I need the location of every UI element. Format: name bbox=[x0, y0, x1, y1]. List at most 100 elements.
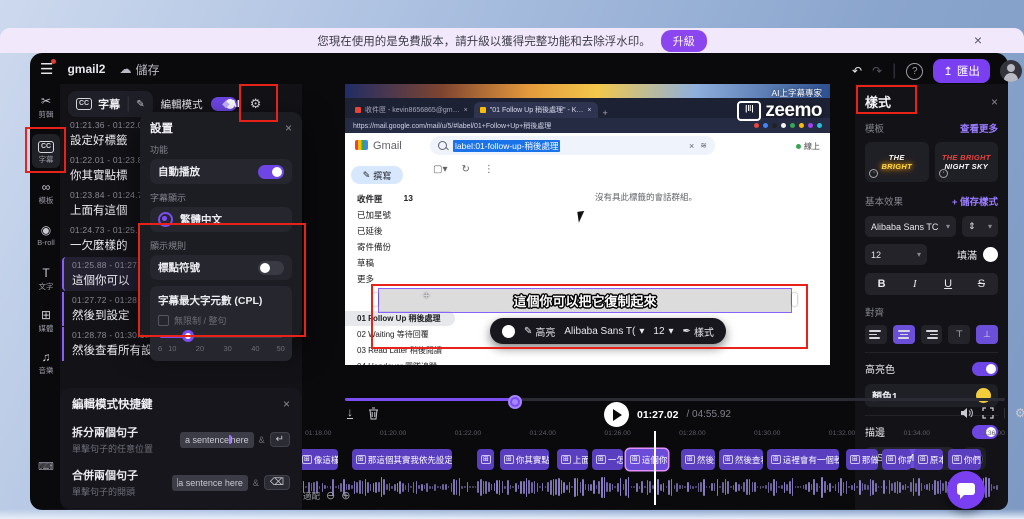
timeline-subtitle-block[interactable]: ⊞那做 bbox=[846, 449, 878, 470]
ruler-tick-label: 01:18.00 bbox=[305, 430, 331, 437]
gmail-label: 02 Waiting 等待回覆 bbox=[345, 327, 455, 342]
timeline-subtitle-block[interactable]: ⊞丨 bbox=[477, 449, 494, 470]
desktop-background: 您現在使用的是免費版本，請升級以獲得完整功能和去除浮水印。 升級 × ☰ gma… bbox=[0, 0, 1024, 519]
字幕-icon: CC bbox=[32, 137, 60, 153]
align-button-c[interactable] bbox=[893, 325, 915, 344]
trash-icon[interactable] bbox=[368, 407, 379, 420]
gmail-label: 04 Handover 團隊追蹤 bbox=[345, 359, 455, 365]
rail-item-剪輯[interactable]: ✂剪輯 bbox=[32, 94, 60, 120]
timeline-subtitle-block[interactable]: ⊞這個你可 bbox=[626, 449, 668, 470]
fill-color-swatch[interactable] bbox=[983, 247, 998, 262]
selection-handle-right[interactable] bbox=[792, 293, 797, 306]
style-button[interactable]: ✒樣式 bbox=[683, 324, 714, 339]
save-style-link[interactable]: + 儲存樣式 bbox=[952, 194, 998, 208]
rail-item-文字[interactable]: T文字 bbox=[32, 266, 60, 292]
timeline-subtitle-block[interactable]: ⊞上面 bbox=[557, 449, 588, 470]
format-u-button[interactable]: U bbox=[938, 278, 958, 290]
total-time: / 04:55.92 bbox=[686, 409, 730, 420]
language-row[interactable]: 繁體中文 bbox=[150, 207, 292, 232]
extension-icons bbox=[754, 123, 822, 128]
volume-icon[interactable] bbox=[960, 407, 973, 419]
block-icon: ⊞ bbox=[561, 455, 571, 464]
fit-label[interactable]: 適配 bbox=[303, 490, 320, 502]
selection-handle-left[interactable] bbox=[373, 293, 378, 306]
avatar[interactable] bbox=[1000, 60, 1022, 82]
highlight-color-toggle[interactable] bbox=[972, 362, 998, 376]
timeline-subtitle-block[interactable]: ⊞原本 bbox=[914, 449, 943, 470]
align-button-b[interactable]: ⊥ bbox=[976, 325, 998, 344]
align-button-t[interactable]: ⊤ bbox=[948, 325, 970, 344]
timeline-subtitle-block[interactable]: ⊞然後查看 bbox=[719, 449, 763, 470]
cpl-slider-knob[interactable] bbox=[182, 330, 194, 342]
highlight-button[interactable]: ✎高亮 bbox=[524, 324, 555, 339]
edit-list-icon[interactable]: ✎ bbox=[136, 99, 144, 110]
keyboard-shortcuts-icon[interactable]: ⌨ bbox=[38, 460, 54, 473]
cpl-card: 字幕最大字元數 (CPL) 無限制 / 整句 61020304050 bbox=[150, 286, 292, 361]
format-i-button[interactable]: I bbox=[905, 278, 925, 290]
cpl-checkbox-label: 無限制 / 整句 bbox=[174, 314, 227, 327]
menu-icon[interactable]: ☰ bbox=[40, 60, 53, 78]
format-b-button[interactable]: B bbox=[872, 278, 892, 290]
zoom-out-icon[interactable]: ⊖ bbox=[326, 489, 335, 502]
download-icon[interactable]: ↓ bbox=[347, 407, 353, 419]
line-spacing-dropdown[interactable]: ⇕▾ bbox=[962, 216, 998, 237]
video-subtitle-text[interactable]: 這個你可以把它復制起來 bbox=[379, 291, 791, 310]
shortcuts-close-icon[interactable]: × bbox=[283, 397, 290, 411]
app-topbar-right: ↶ ↷ | ? ↥匯出 bbox=[852, 59, 1022, 83]
rail-item-B-roll[interactable]: ◉B-roll bbox=[32, 223, 60, 247]
template-card-bright[interactable]: THE BRIGHT ◔ bbox=[865, 142, 929, 182]
rail-item-模板[interactable]: ∞模板 bbox=[32, 180, 60, 206]
timeline-subtitle-block[interactable]: ⊞一怎 bbox=[592, 449, 623, 470]
timeline-subtitle-block[interactable]: ⊞你需 bbox=[882, 449, 911, 470]
rail-item-字幕[interactable]: CC字幕 bbox=[32, 134, 60, 168]
play-button[interactable] bbox=[604, 402, 629, 427]
support-chat-button[interactable] bbox=[947, 471, 985, 509]
timeline-subtitle-block[interactable]: ⊞你們 bbox=[948, 449, 981, 470]
upgrade-button[interactable]: 升級 bbox=[661, 30, 707, 52]
settings-close-icon[interactable]: × bbox=[285, 121, 292, 135]
align-button-l[interactable] bbox=[865, 325, 887, 344]
autoplay-toggle[interactable] bbox=[258, 165, 284, 179]
playback-settings-gear-icon[interactable]: ⚙ bbox=[1015, 406, 1024, 420]
redo-icon[interactable]: ↷ bbox=[872, 64, 882, 78]
see-more-link[interactable]: 查看更多 bbox=[960, 121, 998, 135]
timeline-subtitle-block[interactable]: ⊞這裡會有一個軟件 bbox=[767, 449, 839, 470]
text-color-swatch[interactable] bbox=[502, 325, 515, 338]
rail-item-label: 文字 bbox=[32, 281, 60, 292]
rail-item-媒體[interactable]: ⊞媒體 bbox=[32, 308, 60, 334]
progress-knob[interactable] bbox=[508, 395, 522, 409]
align-button-r[interactable] bbox=[921, 325, 943, 344]
rail-item-音樂[interactable]: ♫音樂 bbox=[32, 350, 60, 376]
punctuation-toggle[interactable] bbox=[258, 261, 284, 275]
fullscreen-icon[interactable] bbox=[982, 407, 994, 419]
timeline-subtitle-block[interactable]: ⊞那這個其實我依先設定好了 bbox=[352, 449, 452, 470]
gmail-nav-label: 已延後 bbox=[357, 225, 383, 237]
subtitle-selection-box[interactable]: + 這個你可以把它復制起來 bbox=[378, 288, 792, 313]
template-card-night-sky[interactable]: THE BRIGHT NIGHT SKY ◔ bbox=[935, 142, 999, 182]
timeline-subtitle-block[interactable]: ⊞你其實點標 bbox=[500, 449, 549, 470]
subtitle-tab[interactable]: CC 字幕 | ✎ bbox=[68, 91, 153, 117]
cpl-slider[interactable] bbox=[160, 335, 282, 338]
free-version-banner: 您現在使用的是免費版本，請升級以獲得完整功能和去除浮水印。 升級 × bbox=[0, 28, 1024, 53]
font-dropdown[interactable]: Alibaba Sans T(▾ bbox=[564, 326, 644, 337]
playback-progress-bar[interactable] bbox=[345, 398, 1005, 401]
block-icon: ⊞ bbox=[356, 455, 366, 464]
style-panel-close-icon[interactable]: × bbox=[991, 95, 998, 109]
banner-close-icon[interactable]: × bbox=[974, 32, 982, 48]
export-button[interactable]: ↥匯出 bbox=[933, 59, 990, 83]
color1-row[interactable]: 顏色1 bbox=[865, 384, 998, 407]
format-s-button[interactable]: S bbox=[971, 278, 991, 290]
ai-sparkle-icon[interactable]: ◆AI bbox=[222, 99, 240, 110]
cpl-checkbox[interactable] bbox=[158, 315, 169, 326]
zoom-in-icon[interactable]: ⊕ bbox=[341, 489, 350, 502]
timeline-subtitle-block[interactable]: ⊞像這樣 bbox=[298, 449, 338, 470]
undo-icon[interactable]: ↶ bbox=[852, 64, 862, 78]
help-button[interactable]: ? bbox=[906, 63, 923, 80]
subtitle-settings-gear-icon[interactable]: ⚙ bbox=[250, 96, 262, 112]
timeline-subtitle-block[interactable]: ⊞然後到 bbox=[681, 449, 715, 470]
font-size-dropdown[interactable]: 12▾ bbox=[653, 326, 673, 337]
save-button[interactable]: ☁儲存 bbox=[119, 61, 159, 78]
font-family-dropdown[interactable]: Alibaba Sans TC▾ bbox=[865, 216, 956, 237]
timeline-playhead[interactable] bbox=[654, 431, 656, 505]
font-size-dropdown[interactable]: 12▾ bbox=[865, 244, 927, 265]
